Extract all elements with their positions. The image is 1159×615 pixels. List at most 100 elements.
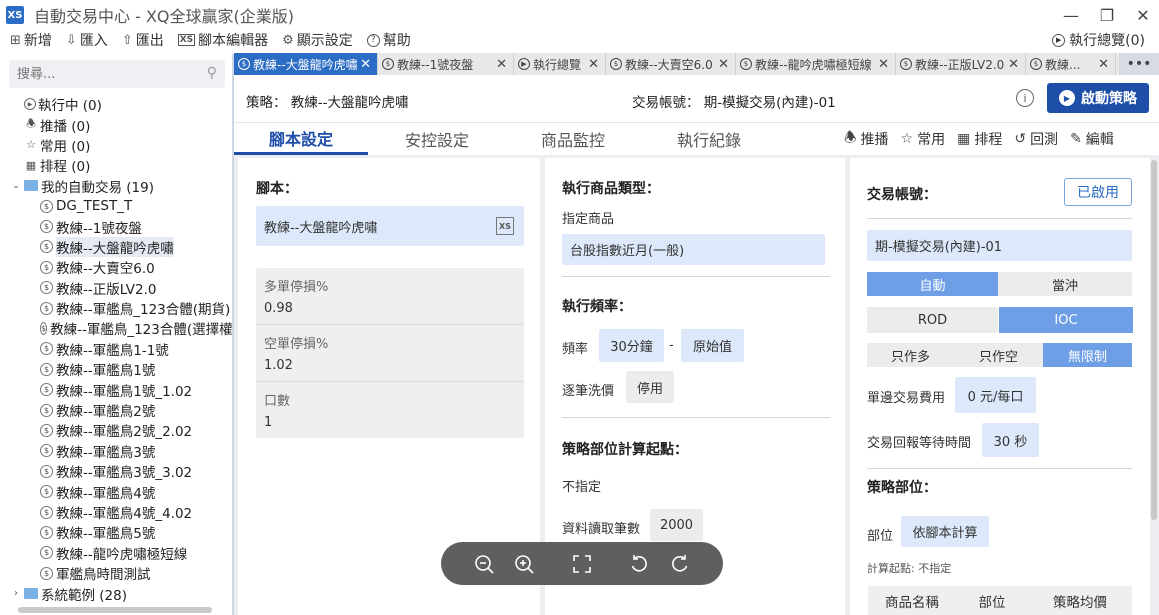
tree-item-strategy[interactable]: $ 教練--軍艦鳥4號_4.02: [0, 502, 232, 522]
menu-export-button[interactable]: ⇧ 匯出: [122, 30, 164, 50]
push-button[interactable]: 🕭 推播: [844, 127, 889, 151]
start-strategy-button[interactable]: ▶ 啟動策略: [1047, 83, 1149, 113]
product-field[interactable]: 台股指數近月(一般): [562, 234, 825, 265]
tree-folder-system-examples[interactable]: › 系統範例 (28): [0, 583, 232, 604]
tree-item-running[interactable]: ▶ 執行中 (0): [0, 94, 232, 114]
info-icon[interactable]: i: [1016, 89, 1034, 107]
vertical-scrollbar[interactable]: [1151, 160, 1157, 520]
table-header-product[interactable]: 商品名稱: [868, 591, 956, 611]
close-icon[interactable]: ✕: [1127, 0, 1159, 30]
tree-item-strategy[interactable]: $ 教練--1號夜盤: [0, 216, 232, 237]
maximize-icon[interactable]: ❐: [1091, 0, 1123, 30]
menu-display-settings-button[interactable]: ⚙ 顯示設定: [282, 30, 353, 50]
script-name-field[interactable]: 教練--大盤龍吟虎嘯 XS: [256, 206, 524, 246]
schedule-button[interactable]: ▦ 排程: [957, 129, 1002, 149]
tree-item-favorites[interactable]: ☆ 常用 (0): [0, 135, 232, 155]
script-editor-icon[interactable]: XS: [496, 217, 514, 235]
tree-item-strategy[interactable]: $ 教練--軍艦鳥5號: [0, 522, 232, 542]
favorite-button[interactable]: ☆ 常用: [901, 129, 946, 149]
close-icon[interactable]: ✕: [1008, 57, 1019, 72]
chevron-down-icon[interactable]: ⌄: [10, 179, 22, 193]
tree-item-schedule[interactable]: ▦ 排程 (0): [0, 155, 232, 176]
tree-item-push[interactable]: 🕭 推播 (0): [0, 114, 232, 135]
frequency-select[interactable]: 30分鐘: [599, 329, 664, 362]
tree-item-strategy-selected[interactable]: $ 教練--大盤龍吟虎嘯: [0, 236, 232, 257]
param-row[interactable]: 多單停損% 0.98: [256, 268, 524, 325]
tree-item-strategy[interactable]: $ 教練--軍艦鳥1-1號: [0, 339, 232, 359]
tab-script-settings[interactable]: 腳本設定: [234, 123, 368, 155]
tab-ultra-short[interactable]: $ 教練--龍吟虎嘯極短線 ✕: [736, 53, 896, 75]
order-ioc-button[interactable]: IOC: [999, 307, 1133, 333]
close-icon[interactable]: ✕: [588, 57, 599, 72]
param-row[interactable]: 空單停損% 1.02: [256, 325, 524, 382]
close-icon[interactable]: ✕: [718, 57, 729, 72]
long-only-button[interactable]: 只作多: [867, 343, 954, 367]
tree-item-strategy[interactable]: $ 教練--大賣空6.0: [0, 257, 232, 277]
tree-item-strategy[interactable]: $ 教練--軍艦鳥2號_2.02: [0, 420, 232, 440]
mode-auto-button[interactable]: 自動: [867, 272, 998, 296]
tree-item-strategy[interactable]: $ 教練--軍艦鳥1號: [0, 359, 232, 379]
close-icon[interactable]: ✕: [360, 57, 371, 72]
param-value[interactable]: 0.98: [264, 301, 293, 316]
menu-help-button[interactable]: ? 幫助: [366, 30, 411, 50]
horizontal-scrollbar[interactable]: [18, 607, 212, 613]
enabled-button[interactable]: 已啟用: [1064, 178, 1132, 206]
menu-import-button[interactable]: ⇩ 匯入: [66, 30, 108, 50]
menu-new-button[interactable]: ⊞ 新增: [10, 30, 52, 50]
menu-script-editor-button[interactable]: XS 腳本編輯器: [177, 30, 268, 50]
close-icon[interactable]: ✕: [496, 57, 507, 72]
tree-item-strategy[interactable]: $ 教練--軍艦鳥3號_3.02: [0, 461, 232, 481]
tab-lv2[interactable]: $ 教練--正版LV2.0 ✕: [896, 53, 1026, 75]
close-icon[interactable]: ✕: [878, 57, 889, 72]
frequency-mode-select[interactable]: 原始值: [681, 329, 744, 362]
search-icon[interactable]: ⚲: [207, 65, 217, 81]
data-read-input[interactable]: 2000: [650, 509, 703, 541]
tab-night-session[interactable]: $ 教練--1號夜盤 ✕: [378, 53, 514, 75]
short-only-button[interactable]: 只作空: [954, 343, 1043, 367]
tick-wash-select[interactable]: 停用: [626, 371, 674, 403]
order-rod-button[interactable]: ROD: [867, 307, 998, 333]
tab-safety-settings[interactable]: 安控設定: [368, 123, 506, 155]
param-row[interactable]: 口數 1: [256, 382, 524, 439]
search-input[interactable]: [17, 66, 187, 82]
zoom-out-icon[interactable]: [472, 552, 496, 576]
tab-execution-log[interactable]: 執行紀錄: [640, 123, 778, 155]
tab-execution-overview[interactable]: ▶ 執行總覽 ✕: [514, 53, 606, 75]
tree-item-strategy[interactable]: $ 教練--軍艦鳥_123合體(選擇權): [0, 318, 232, 338]
tree-folder-my-auto-trading[interactable]: ⌄ 我的自動交易 (19): [0, 176, 232, 196]
tab-main-strategy[interactable]: $ 教練--大盤龍吟虎嘯 ✕: [234, 53, 378, 75]
tree-item-strategy[interactable]: $ 教練--正版LV2.0: [0, 278, 232, 298]
unlimited-button[interactable]: 無限制: [1043, 343, 1132, 367]
tab-product-monitor[interactable]: 商品監控: [506, 123, 640, 155]
edit-button[interactable]: ✎ 編輯: [1070, 129, 1114, 149]
chevron-right-icon[interactable]: ›: [10, 587, 22, 601]
tab-truncated[interactable]: $ 教練... ✕: [1026, 53, 1116, 75]
param-value[interactable]: 1: [264, 415, 272, 430]
tree-item-strategy[interactable]: $ 教練--軍艦鳥1號_1.02: [0, 379, 232, 400]
param-value[interactable]: 1.02: [264, 358, 293, 373]
tab-short-sell[interactable]: $ 教練--大賣空6.0 ✕: [606, 53, 736, 75]
rotate-left-icon[interactable]: [627, 552, 651, 576]
rotate-right-icon[interactable]: [668, 552, 692, 576]
tree-item-strategy[interactable]: $ 教練--龍吟虎嘯極短線: [0, 543, 232, 563]
zoom-in-icon[interactable]: [512, 552, 536, 576]
table-header-avg-price[interactable]: 策略均價: [1028, 591, 1132, 611]
backtest-button[interactable]: ↺ 回測: [1014, 129, 1058, 149]
fee-input[interactable]: 0 元/每口: [955, 377, 1036, 413]
tree-item-strategy[interactable]: $ 教練--軍艦鳥4號: [0, 481, 232, 502]
tree-item-strategy[interactable]: $ 教練--軍艦鳥2號: [0, 400, 232, 420]
position-select[interactable]: 依腳本計算: [901, 516, 989, 547]
execution-overview-button[interactable]: ▶ 執行總覽(0): [1052, 30, 1145, 50]
fullscreen-icon[interactable]: [570, 552, 594, 576]
tree-item-strategy[interactable]: $ 教練--軍艦鳥_123合體(期貨): [0, 298, 232, 318]
table-header-position[interactable]: 部位: [956, 591, 1028, 611]
account-select[interactable]: 期-模擬交易(內建)-01: [867, 230, 1132, 261]
wait-time-input[interactable]: 30 秒: [982, 423, 1039, 457]
mode-daytrade-button[interactable]: 當沖: [998, 272, 1132, 296]
tree-item-strategy[interactable]: $ DG_TEST_T: [0, 196, 232, 216]
tree-item-strategy[interactable]: $ 教練--軍艦鳥3號: [0, 441, 232, 461]
close-icon[interactable]: ✕: [1098, 57, 1109, 72]
minimize-icon[interactable]: —: [1055, 0, 1087, 30]
more-tabs-button[interactable]: •••: [1119, 53, 1159, 75]
tree-item-strategy[interactable]: $ 軍艦鳥時間測試: [0, 563, 232, 583]
